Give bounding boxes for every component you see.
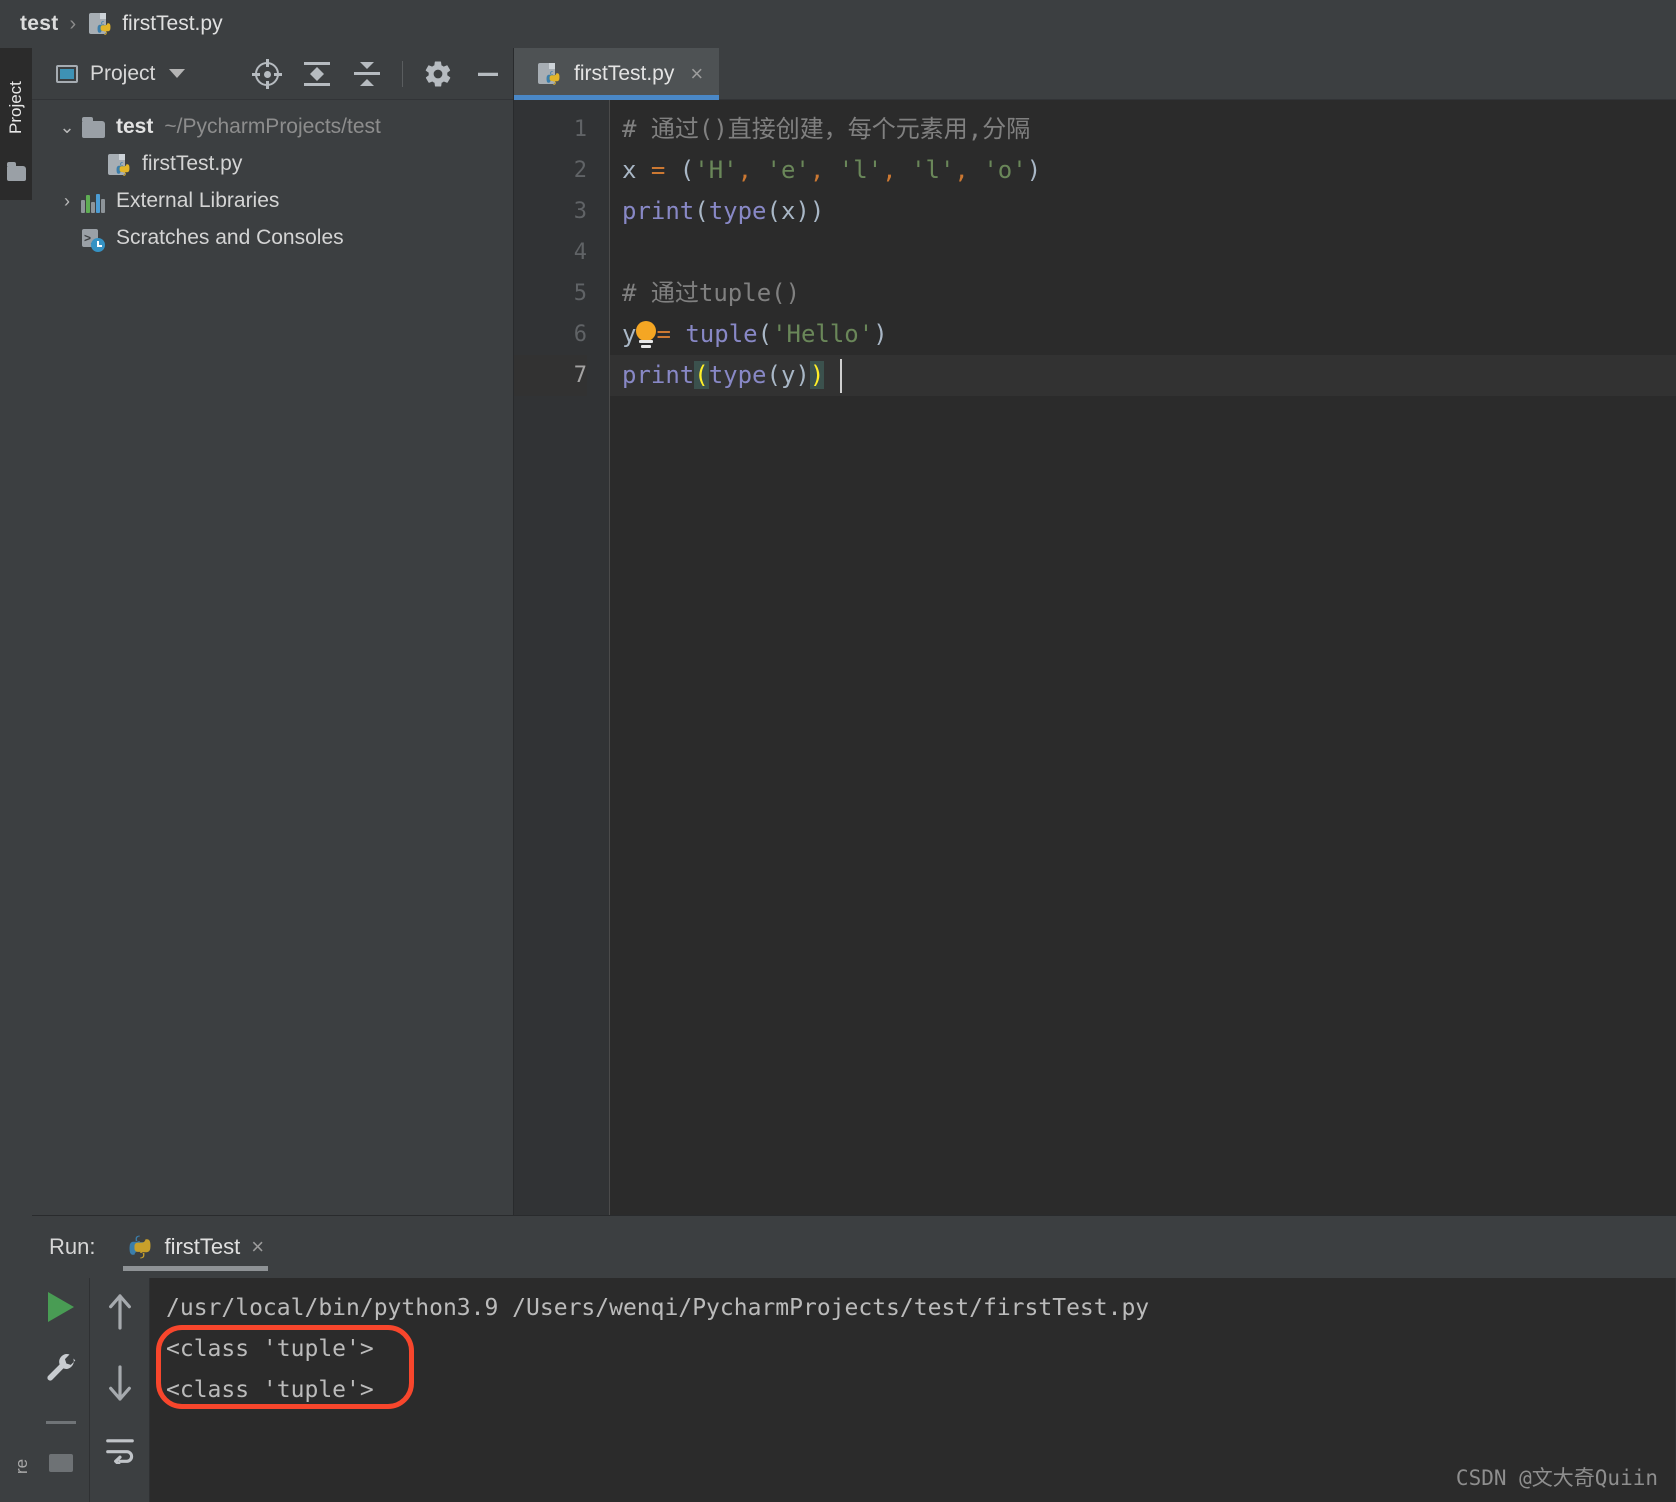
libraries-icon [80, 189, 108, 213]
matching-bracket-close: ) [809, 361, 825, 389]
run-button[interactable] [47, 1292, 74, 1322]
project-tree: ⌄ test ~/PycharmProjects/test firstTest.… [32, 100, 513, 256]
project-panel: Project ⌄ test ~/PycharmProjects/test fi… [32, 48, 514, 1215]
line-number: 1 [573, 117, 587, 142]
code-comment: # 通过tuple() [622, 279, 801, 307]
python-file-icon [536, 61, 562, 87]
stop-button[interactable] [48, 1454, 73, 1472]
tool-window-label-project: Project [6, 81, 25, 135]
tool-window-button-structure[interactable]: re [0, 1436, 32, 1496]
tree-item-scratches-and-consoles[interactable]: >_ Scratches and Consoles [32, 219, 513, 256]
minimize-icon[interactable] [473, 59, 503, 89]
project-toolbar [252, 48, 503, 100]
arrow-up-icon[interactable] [104, 1292, 136, 1337]
tree-item-firstTest-py[interactable]: firstTest.py [32, 145, 513, 182]
breadcrumb-separator: › [69, 12, 77, 35]
close-icon[interactable]: × [686, 63, 703, 85]
text-caret [840, 359, 842, 393]
python-file-icon [106, 152, 134, 176]
code-editor[interactable]: 1 2 3 4 5 6 7 # 通过()直接创建，每个元素用,分隔 x = ('… [514, 100, 1676, 1215]
console-line: <class 'tuple'> [166, 1377, 374, 1403]
code-line-5[interactable]: # 通过tuple() [610, 273, 1676, 314]
lightbulb-icon[interactable] [633, 321, 659, 349]
run-panel-body: /usr/local/bin/python3.9 /Users/wenqi/Py… [32, 1278, 1676, 1502]
expand-all-icon[interactable] [302, 59, 332, 89]
run-tool-window: Run: firstTest × /usr/local/bin/python3.… [32, 1215, 1676, 1502]
project-view-icon [56, 64, 78, 83]
tree-item-label: Scratches and Consoles [116, 225, 344, 249]
run-console-output[interactable]: /usr/local/bin/python3.9 /Users/wenqi/Py… [150, 1278, 1676, 1502]
python-icon [127, 1234, 153, 1260]
code-line-3[interactable]: print(type(x)) [610, 191, 1676, 232]
code-line-4[interactable] [610, 232, 1676, 273]
run-tab-firstTest[interactable]: firstTest × [123, 1216, 269, 1278]
line-number: 7 [514, 355, 587, 396]
line-number: 6 [573, 322, 587, 347]
run-panel-header: Run: firstTest × [32, 1216, 1676, 1278]
run-tab-label: firstTest [164, 1234, 241, 1259]
editor-tab-bar-empty [719, 48, 1676, 100]
editor-tab-firstTest-py[interactable]: firstTest.py × [514, 48, 720, 100]
project-panel-header: Project [32, 48, 513, 100]
code-line-2[interactable]: x = ('H', 'e', 'l', 'l', 'o') [610, 150, 1676, 191]
console-line: /usr/local/bin/python3.9 /Users/wenqi/Py… [166, 1295, 1150, 1321]
wrench-icon[interactable] [44, 1352, 78, 1391]
arrow-down-icon[interactable] [104, 1363, 136, 1408]
tree-item-path: ~/PycharmProjects/test [164, 114, 381, 138]
close-icon[interactable]: × [251, 1234, 264, 1260]
gear-icon[interactable] [423, 59, 453, 89]
locate-icon[interactable] [252, 59, 282, 89]
breadcrumb-project[interactable]: test [20, 12, 59, 36]
code-comment: # 通过()直接创建，每个元素用,分隔 [622, 115, 1031, 143]
breadcrumb-file[interactable]: firstTest.py [122, 12, 222, 36]
line-number: 2 [573, 158, 587, 183]
tree-item-test[interactable]: ⌄ test ~/PycharmProjects/test [32, 108, 513, 145]
editor-tab-bar: firstTest.py × [514, 48, 1676, 100]
line-number: 4 [573, 240, 587, 265]
tree-item-label: firstTest.py [142, 151, 243, 175]
python-file-icon [87, 11, 113, 37]
code-content[interactable]: # 通过()直接创建，每个元素用,分隔 x = ('H', 'e', 'l', … [610, 100, 1676, 1215]
line-number: 5 [573, 281, 587, 306]
divider [45, 1421, 76, 1424]
run-panel-label: Run: [49, 1234, 96, 1259]
left-tool-strip: Project re [0, 48, 32, 1502]
matching-bracket-open: ( [694, 361, 709, 389]
tree-item-external-libraries[interactable]: › External Libraries [32, 182, 513, 219]
line-number-gutter: 1 2 3 4 5 6 7 [514, 100, 610, 1215]
chevron-down-icon[interactable]: ⌄ [54, 118, 80, 136]
code-line-6[interactable]: y = tuple('Hello') [610, 314, 1676, 355]
code-line-1[interactable]: # 通过()直接创建，每个元素用,分隔 [610, 109, 1676, 150]
folder-icon [7, 162, 26, 181]
tool-window-button-project[interactable]: Project [0, 48, 32, 200]
run-controls-navigation [90, 1278, 150, 1502]
chevron-down-icon[interactable] [169, 69, 186, 78]
collapse-all-icon[interactable] [352, 59, 382, 89]
project-panel-title[interactable]: Project [90, 62, 155, 86]
breadcrumb: test › firstTest.py [0, 0, 1676, 48]
console-line: <class 'tuple'> [166, 1336, 374, 1362]
scratches-icon: >_ [80, 226, 108, 252]
toolbar-divider [402, 61, 403, 87]
folder-icon [80, 115, 108, 139]
line-number: 3 [573, 199, 587, 224]
tree-item-label: test [116, 114, 154, 138]
soft-wrap-icon[interactable] [103, 1434, 137, 1469]
chevron-right-icon[interactable]: › [54, 192, 80, 210]
code-line-7[interactable]: print(type(y)) [610, 355, 1676, 396]
editor-tab-label: firstTest.py [574, 62, 675, 85]
run-controls-left [32, 1278, 90, 1502]
watermark: CSDN @文大奇Quiin [1455, 1466, 1658, 1490]
run-tab-active-indicator [123, 1266, 269, 1271]
tree-item-label: External Libraries [116, 188, 280, 212]
editor-area: firstTest.py × 1 2 3 4 5 6 7 # 通过()直接创建，… [514, 48, 1676, 1215]
